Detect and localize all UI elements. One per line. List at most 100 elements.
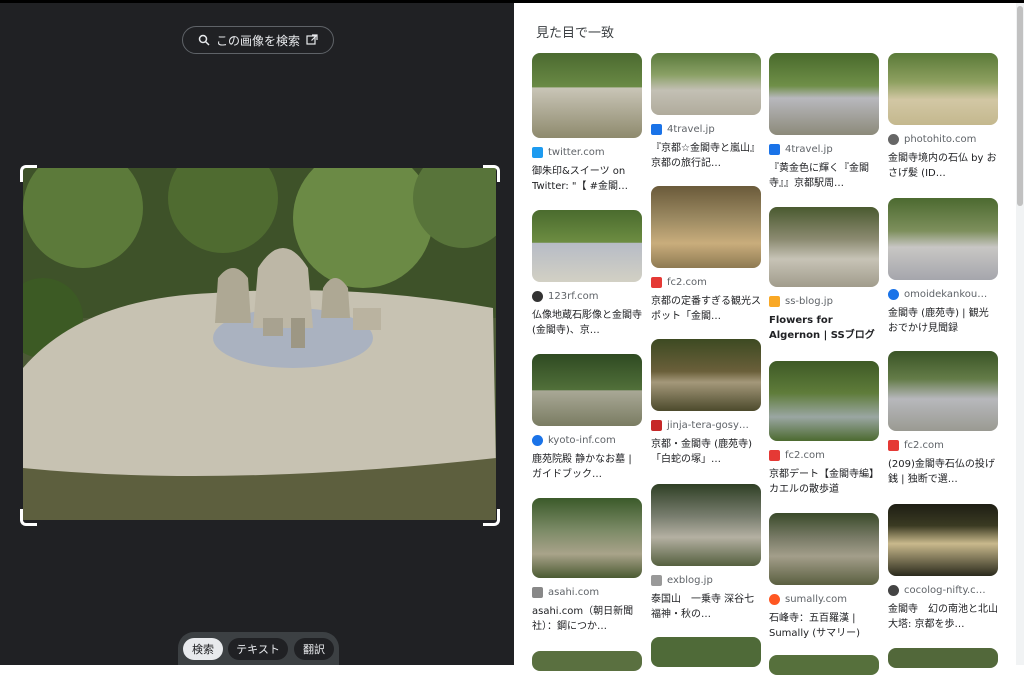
wordpress-icon <box>888 289 899 300</box>
result-source: twitter.com <box>548 147 605 158</box>
result-card[interactable]: exblog.jp 泰国山 一乗寺 深谷七福神・秋の… <box>651 484 761 622</box>
result-title[interactable]: 泰国山 一乗寺 深谷七福神・秋の… <box>651 592 761 622</box>
result-title[interactable]: 御朱印&スイーツ on Twitter: "【 #金閣… <box>532 164 642 194</box>
result-thumbnail[interactable] <box>769 53 879 135</box>
open-external-icon[interactable] <box>306 34 318 46</box>
result-source: photohito.com <box>904 134 977 145</box>
result-title[interactable]: 京都の定番すぎる観光スポット「金閣… <box>651 294 761 324</box>
result-thumbnail[interactable] <box>651 339 761 411</box>
result-thumbnail[interactable] <box>888 198 998 280</box>
ss-blog-icon <box>769 296 780 307</box>
result-source: fc2.com <box>785 450 825 461</box>
result-card[interactable]: omoidekankou… 金閣寺 (鹿苑寺) | 観光おでかけ見聞録 <box>888 198 998 336</box>
result-thumbnail[interactable] <box>651 186 761 268</box>
result-card[interactable]: 4travel.jp 『京都☆金閣寺と嵐山』京都の旅行記… <box>651 53 761 171</box>
fc2-icon <box>888 440 899 451</box>
result-card[interactable]: sumally.com 石峰寺：五百羅漢 | Sumally (サマリー) <box>769 513 879 641</box>
search-this-image-button[interactable]: この画像を検索 <box>182 26 334 54</box>
result-title[interactable]: 金閣寺境内の石仏 by おさげ髪 (ID… <box>888 151 998 181</box>
result-card[interactable]: fc2.com 京都デート【金閣寺編】カエルの散歩道 <box>769 361 879 497</box>
result-thumbnail[interactable] <box>769 207 879 287</box>
result-card[interactable]: 123rf.com 仏像地蔵石彫像と金閣寺 (金閣寺)、京… <box>532 210 642 338</box>
visual-matches-heading: 見た目で一致 <box>536 26 615 41</box>
result-card[interactable]: fc2.com (209)金閣寺石仏の投げ銭 | 独断で選… <box>888 351 998 487</box>
result-card[interactable] <box>651 637 761 667</box>
sumally-icon <box>769 594 780 605</box>
result-card[interactable] <box>769 655 879 675</box>
result-title[interactable]: 金閣寺 (鹿苑寺) | 観光おでかけ見聞録 <box>888 306 998 336</box>
twitter-icon <box>532 147 543 158</box>
crop-corner-bottom-left[interactable] <box>20 509 37 526</box>
site-icon <box>769 144 780 155</box>
result-thumbnail[interactable] <box>532 210 642 282</box>
site-icon <box>532 291 543 302</box>
mode-search-button[interactable]: 検索 <box>183 638 223 660</box>
crop-corner-top-right[interactable] <box>483 165 500 182</box>
result-thumbnail[interactable] <box>651 53 761 115</box>
result-card[interactable]: twitter.com 御朱印&スイーツ on Twitter: "【 #金閣… <box>532 53 642 194</box>
result-card[interactable] <box>888 648 998 668</box>
globe-icon <box>888 585 899 596</box>
result-thumbnail[interactable] <box>651 484 761 566</box>
result-card[interactable]: jinja-tera-gosy… 京都・金閣寺 (鹿苑寺) 「白蛇の塚」… <box>651 339 761 467</box>
result-title[interactable]: Flowers for Algernon | SSブログ <box>769 313 879 343</box>
result-source: omoidekankou… <box>904 289 988 300</box>
result-title[interactable]: 石峰寺：五百羅漢 | Sumally (サマリー) <box>769 611 879 641</box>
site-icon <box>651 124 662 135</box>
result-card[interactable] <box>532 651 642 671</box>
result-source: fc2.com <box>904 440 944 451</box>
result-title[interactable]: 『京都☆金閣寺と嵐山』京都の旅行記… <box>651 141 761 171</box>
result-card[interactable]: photohito.com 金閣寺境内の石仏 by おさげ髪 (ID… <box>888 53 998 181</box>
result-thumbnail[interactable] <box>888 504 998 576</box>
result-source: 4travel.jp <box>785 144 833 155</box>
result-title[interactable]: (209)金閣寺石仏の投げ銭 | 独断で選… <box>888 457 998 487</box>
result-card[interactable]: 4travel.jp 『黄金色に輝く『金閣寺』』京都駅周… <box>769 53 879 191</box>
result-thumbnail[interactable] <box>769 361 879 441</box>
result-thumbnail[interactable] <box>888 648 998 668</box>
result-source: 123rf.com <box>548 291 599 302</box>
result-title[interactable]: 仏像地蔵石彫像と金閣寺 (金閣寺)、京… <box>532 308 642 338</box>
site-icon <box>532 587 543 598</box>
result-card[interactable]: kyoto-inf.com 鹿苑院殿 静かなお墓 | ガイドブック… <box>532 354 642 482</box>
result-title[interactable]: 京都デート【金閣寺編】カエルの散歩道 <box>769 467 879 497</box>
selected-image <box>23 168 496 520</box>
scrollbar-thumb[interactable] <box>1017 6 1023 206</box>
fc2-icon <box>651 277 662 288</box>
result-card[interactable]: fc2.com 京都の定番すぎる観光スポット「金閣… <box>651 186 761 324</box>
result-thumbnail[interactable] <box>532 53 642 138</box>
result-source: fc2.com <box>667 277 707 288</box>
result-thumbnail[interactable] <box>888 351 998 431</box>
result-title[interactable]: 京都・金閣寺 (鹿苑寺) 「白蛇の塚」… <box>651 437 761 467</box>
wordpress-icon <box>532 435 543 446</box>
mode-text-button[interactable]: テキスト <box>228 638 288 660</box>
mode-translate-button[interactable]: 翻訳 <box>294 638 334 660</box>
search-this-image-label: この画像を検索 <box>215 33 300 48</box>
result-thumbnail[interactable] <box>651 637 761 667</box>
site-icon <box>651 420 662 431</box>
result-thumbnail[interactable] <box>532 651 642 671</box>
result-thumbnail[interactable] <box>532 354 642 426</box>
fc2-icon <box>769 450 780 461</box>
lens-icon <box>198 34 210 46</box>
result-title[interactable]: 金閣寺 幻の南池と北山大塔: 京都を歩… <box>888 602 998 632</box>
result-thumbnail[interactable] <box>769 513 879 585</box>
result-source: sumally.com <box>785 594 848 605</box>
result-source: asahi.com <box>548 587 600 598</box>
result-title[interactable]: 鹿苑院殿 静かなお墓 | ガイドブック… <box>532 452 642 482</box>
crop-corner-bottom-right[interactable] <box>483 509 500 526</box>
result-source: exblog.jp <box>667 575 713 586</box>
result-card[interactable]: asahi.com asahi.com（朝日新聞社）：鋼につか… <box>532 498 642 634</box>
site-icon <box>651 575 662 586</box>
result-title[interactable]: 『黄金色に輝く『金閣寺』』京都駅周… <box>769 161 879 191</box>
result-thumbnail[interactable] <box>532 498 642 578</box>
result-card[interactable]: cocolog-nifty.c… 金閣寺 幻の南池と北山大塔: 京都を歩… <box>888 504 998 632</box>
result-source: 4travel.jp <box>667 124 715 135</box>
crop-corner-top-left[interactable] <box>20 165 37 182</box>
result-source: ss-blog.jp <box>785 296 833 307</box>
result-thumbnail[interactable] <box>888 53 998 125</box>
result-title[interactable]: asahi.com（朝日新聞社）：鋼につか… <box>532 604 642 634</box>
result-thumbnail[interactable] <box>769 655 879 675</box>
result-source: kyoto-inf.com <box>548 435 616 446</box>
result-source: cocolog-nifty.c… <box>904 585 986 596</box>
result-card[interactable]: ss-blog.jp Flowers for Algernon | SSブログ <box>769 207 879 343</box>
